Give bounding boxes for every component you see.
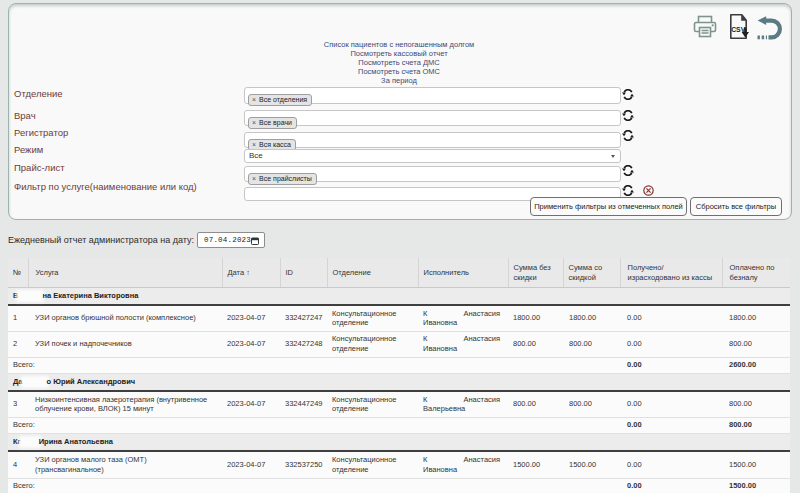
svg-text:CSV: CSV [731, 26, 745, 33]
